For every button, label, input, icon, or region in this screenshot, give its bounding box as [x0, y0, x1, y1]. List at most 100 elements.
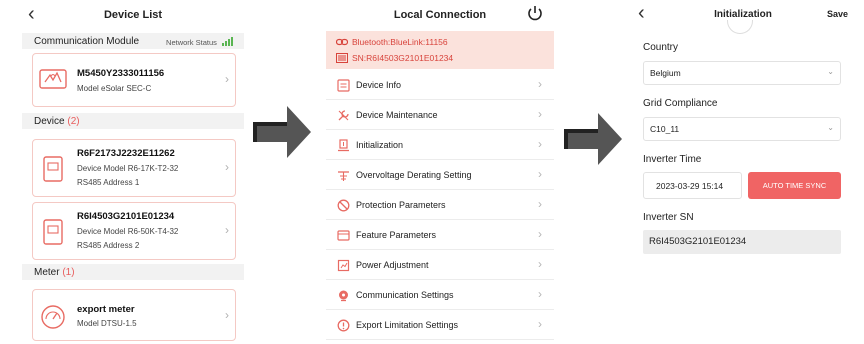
- device-count-badge: (2): [67, 116, 80, 127]
- chevron-right-icon: ›: [538, 197, 542, 211]
- device-name: R6F2173J2232E11262: [77, 148, 175, 159]
- menu-item-export-limitation[interactable]: Export Limitation Settings ›: [326, 311, 554, 340]
- power-icon[interactable]: [526, 4, 544, 22]
- menu-item-feature-parameters[interactable]: Feature Parameters ›: [326, 221, 554, 250]
- inverter-sn-value: R6I4503G2101E01234: [649, 236, 747, 247]
- feature-icon: [337, 230, 350, 241]
- menu-item-device-maintenance[interactable]: Device Maintenance ›: [326, 101, 554, 130]
- device-section: Device (2): [22, 113, 244, 129]
- grid-compliance-value: C10_11: [650, 124, 680, 134]
- chevron-right-icon: ›: [225, 160, 229, 174]
- menu-item-initialization[interactable]: Initialization ›: [326, 131, 554, 160]
- menu-item-protection-parameters[interactable]: Protection Parameters ›: [326, 191, 554, 220]
- inverter-sn-field: R6I4503G2101E01234: [643, 230, 841, 254]
- signal-strength-icon: [222, 37, 234, 48]
- comm-module-model: Model eSolar SEC-C: [77, 84, 152, 93]
- initialization-icon: [338, 139, 349, 152]
- meter-gauge-icon: [41, 305, 65, 329]
- inverter-icon: [43, 219, 63, 245]
- page-title: Initialization: [714, 9, 772, 20]
- menu-item-label: Communication Settings: [356, 290, 454, 300]
- communication-icon: [339, 290, 348, 302]
- chevron-right-icon: ›: [538, 167, 542, 181]
- chevron-right-icon: ›: [538, 137, 542, 151]
- comm-module-section-label: Communication Module: [34, 36, 140, 47]
- meter-count-badge: (1): [62, 267, 75, 278]
- bluetooth-info: Bluetooth:BlueLink:11156: [352, 37, 448, 47]
- chevron-right-icon: ›: [225, 223, 229, 237]
- menu-item-label: Overvoltage Derating Setting: [356, 170, 472, 180]
- meter-section-label: Meter: [34, 267, 60, 278]
- device-address: RS485 Address 2: [77, 241, 140, 250]
- inverter-sn-label: Inverter SN: [643, 212, 694, 223]
- meter-section: Meter (1): [22, 264, 244, 280]
- comm-module-name: M5450Y2333011156: [77, 68, 165, 79]
- inverter-time-label: Inverter Time: [643, 154, 702, 165]
- menu-item-communication-settings[interactable]: Communication Settings ›: [326, 281, 554, 310]
- meter-name: export meter: [77, 304, 135, 315]
- menu-item-label: Protection Parameters: [356, 200, 446, 210]
- menu-item-label: Feature Parameters: [356, 230, 437, 240]
- device-name: R6I4503G2101E01234: [77, 211, 175, 222]
- country-select[interactable]: Belgium ⌄: [643, 61, 841, 85]
- serial-number-info: SN:R6I4503G2101E01234: [352, 53, 454, 63]
- device-list-screen: ‹ Device List Communication Module Netwo…: [22, 0, 244, 344]
- country-value: Belgium: [650, 68, 681, 78]
- country-label: Country: [643, 42, 679, 53]
- protection-icon: [337, 199, 350, 212]
- device-model: Device Model R6-17K-T2-32: [77, 164, 179, 173]
- menu-item-overvoltage-derating[interactable]: Overvoltage Derating Setting ›: [326, 161, 554, 190]
- chevron-right-icon: ›: [538, 107, 542, 121]
- page-title: Local Connection: [393, 9, 487, 21]
- device-address: RS485 Address 1: [77, 178, 140, 187]
- chevron-right-icon: ›: [225, 72, 229, 86]
- menu-item-label: Initialization: [356, 140, 404, 150]
- power-adjust-icon: [337, 259, 350, 272]
- initialization-screen: ‹ Initialization Save Country Belgium ⌄ …: [630, 0, 856, 344]
- menu-item-label: Power Adjustment: [356, 260, 429, 270]
- chevron-right-icon: ›: [538, 317, 542, 331]
- inverter-time-field[interactable]: 2023-03-29 15:14: [643, 172, 742, 199]
- datalogger-icon: [39, 69, 67, 89]
- network-status-label: Network Status: [166, 38, 217, 47]
- device-model: Device Model R6-50K-T4-32: [77, 227, 179, 236]
- menu-item-device-info[interactable]: Device Info ›: [326, 71, 554, 100]
- arrow-right-icon: [253, 106, 311, 158]
- export-limit-icon: [337, 319, 350, 332]
- grid-compliance-label: Grid Compliance: [643, 98, 718, 109]
- local-connection-screen: Local Connection Bluetooth:BlueLink:1115…: [326, 0, 554, 344]
- arrow-right-icon: [564, 113, 622, 165]
- grid-compliance-select[interactable]: C10_11 ⌄: [643, 117, 841, 141]
- save-button[interactable]: Save: [827, 9, 848, 19]
- comm-module-card[interactable]: M5450Y2333011156 Model eSolar SEC-C ›: [32, 53, 236, 107]
- connection-info-box: Bluetooth:BlueLink:11156 SN:R6I4503G2101…: [326, 31, 554, 69]
- page-title: Device List: [103, 9, 163, 21]
- menu-item-label: Device Info: [356, 80, 402, 90]
- menu-item-label: Device Maintenance: [356, 110, 438, 120]
- meter-card[interactable]: export meter Model DTSU-1.5 ›: [32, 289, 236, 341]
- device-info-icon: [337, 79, 350, 92]
- auto-time-sync-button[interactable]: AUTO TIME SYNC: [748, 172, 841, 199]
- maintenance-icon: [338, 110, 349, 121]
- chevron-down-icon: ⌄: [827, 123, 834, 132]
- chevron-right-icon: ›: [538, 287, 542, 301]
- menu-item-label: Export Limitation Settings: [356, 320, 459, 330]
- device-section-label: Device: [34, 116, 65, 127]
- device-card[interactable]: R6F2173J2232E11262 Device Model R6-17K-T…: [32, 139, 236, 197]
- meter-model: Model DTSU-1.5: [77, 319, 137, 328]
- link-icon: [336, 38, 348, 46]
- chevron-down-icon: ⌄: [827, 67, 834, 76]
- pull-handle: [727, 20, 753, 34]
- network-status: Network Status: [166, 37, 234, 48]
- overvoltage-icon: [338, 171, 349, 181]
- comm-module-section: Communication Module Network Status: [22, 33, 244, 49]
- chevron-right-icon: ›: [538, 77, 542, 91]
- barcode-icon: [336, 53, 348, 63]
- device-list-header: ‹ Device List: [22, 0, 244, 30]
- chevron-right-icon: ›: [538, 257, 542, 271]
- inverter-time-value: 2023-03-29 15:14: [656, 181, 724, 191]
- menu-item-power-adjustment[interactable]: Power Adjustment ›: [326, 251, 554, 280]
- inverter-icon: [43, 156, 63, 182]
- chevron-right-icon: ›: [225, 308, 229, 322]
- device-card[interactable]: R6I4503G2101E01234 Device Model R6-50K-T…: [32, 202, 236, 260]
